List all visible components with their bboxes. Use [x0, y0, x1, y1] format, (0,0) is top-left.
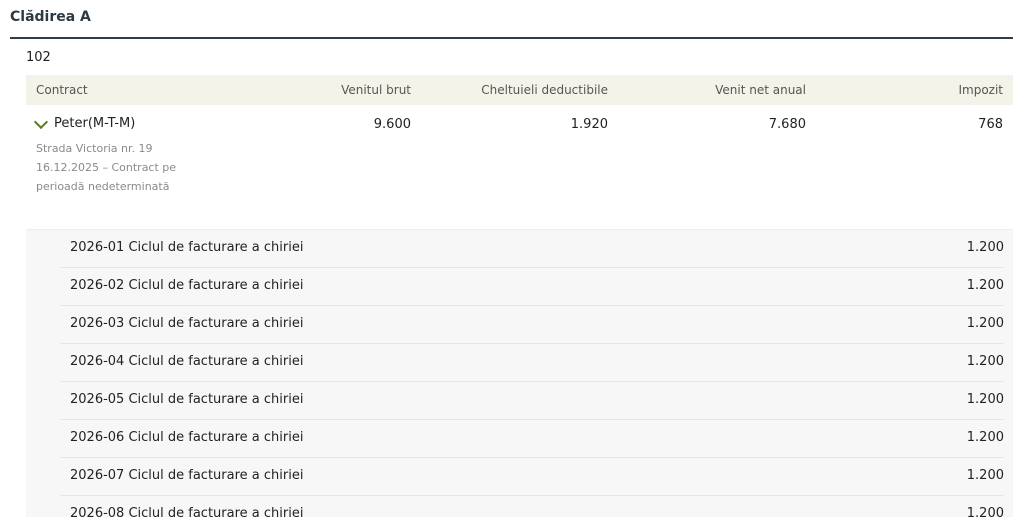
contract-row: Peter(M-T-M) Strada Victoria nr. 19 16.1… — [26, 105, 1013, 229]
contract-address: Strada Victoria nr. 19 — [36, 142, 153, 155]
contract-term: 16.12.2025 – Contract pe perioadă nedete… — [36, 161, 177, 193]
list-item: 2026-04 Ciclul de facturare a chiriei 1.… — [60, 343, 1004, 381]
cycle-amount: 1.200 — [966, 430, 1004, 445]
cycle-amount: 1.200 — [966, 392, 1004, 407]
list-item: 2026-01 Ciclul de facturare a chiriei 1.… — [60, 230, 1004, 267]
cycle-amount: 1.200 — [966, 506, 1004, 517]
cycle-label: 2026-06 Ciclul de facturare a chiriei — [70, 430, 304, 445]
list-item: 2026-05 Ciclul de facturare a chiriei 1.… — [60, 381, 1004, 419]
contract-tax: 768 — [978, 117, 1003, 132]
unit-label: 102 — [26, 50, 51, 65]
contract-name: Peter(M-T-M) — [54, 116, 136, 131]
cycle-label: 2026-08 Ciclul de facturare a chiriei — [70, 506, 304, 517]
chevron-down-icon — [33, 114, 49, 129]
cycle-label: 2026-01 Ciclul de facturare a chiriei — [70, 240, 304, 255]
list-item: 2026-07 Ciclul de facturare a chiriei 1.… — [60, 457, 1004, 495]
cycle-label: 2026-04 Ciclul de facturare a chiriei — [70, 354, 304, 369]
cycle-amount: 1.200 — [966, 468, 1004, 483]
cycle-label: 2026-02 Ciclul de facturare a chiriei — [70, 278, 304, 293]
header-contract: Contract — [36, 83, 88, 97]
list-item: 2026-02 Ciclul de facturare a chiriei 1.… — [60, 267, 1004, 305]
list-item: 2026-06 Ciclul de facturare a chiriei 1.… — [60, 419, 1004, 457]
list-item: 2026-03 Ciclul de facturare a chiriei 1.… — [60, 305, 1004, 343]
contract-toggle[interactable]: Peter(M-T-M) — [33, 114, 136, 131]
cycle-label: 2026-05 Ciclul de facturare a chiriei — [70, 392, 304, 407]
cycle-amount: 1.200 — [966, 278, 1004, 293]
billing-cycle-list: 2026-01 Ciclul de facturare a chiriei 1.… — [26, 230, 1013, 517]
cycle-amount: 1.200 — [966, 316, 1004, 331]
header-tax: Impozit — [958, 83, 1003, 97]
cycle-label: 2026-03 Ciclul de facturare a chiriei — [70, 316, 304, 331]
header-deductible-expenses: Cheltuieli deductibile — [481, 83, 608, 97]
cycle-label: 2026-07 Ciclul de facturare a chiriei — [70, 468, 304, 483]
billing-cycles: 2026-01 Ciclul de facturare a chiriei 1.… — [26, 229, 1013, 517]
title-divider — [10, 37, 1013, 39]
cycle-amount: 1.200 — [966, 354, 1004, 369]
list-item: 2026-08 Ciclul de facturare a chiriei 1.… — [60, 495, 1004, 517]
header-gross-income: Venitul brut — [341, 83, 411, 97]
page: Clădirea A 102 Contract Venitul brut Che… — [0, 0, 1024, 517]
contract-details: Strada Victoria nr. 19 16.12.2025 – Cont… — [36, 139, 196, 196]
contract-gross-income: 9.600 — [373, 117, 411, 132]
table-header: Contract Venitul brut Cheltuieli deducti… — [26, 75, 1013, 105]
header-net-income: Venit net anual — [715, 83, 806, 97]
building-title: Clădirea A — [10, 9, 91, 25]
cycle-amount: 1.200 — [966, 240, 1004, 255]
contract-deductible-expenses: 1.920 — [570, 117, 608, 132]
contract-net-income: 7.680 — [768, 117, 806, 132]
income-table: Contract Venitul brut Cheltuieli deducti… — [26, 75, 1013, 517]
